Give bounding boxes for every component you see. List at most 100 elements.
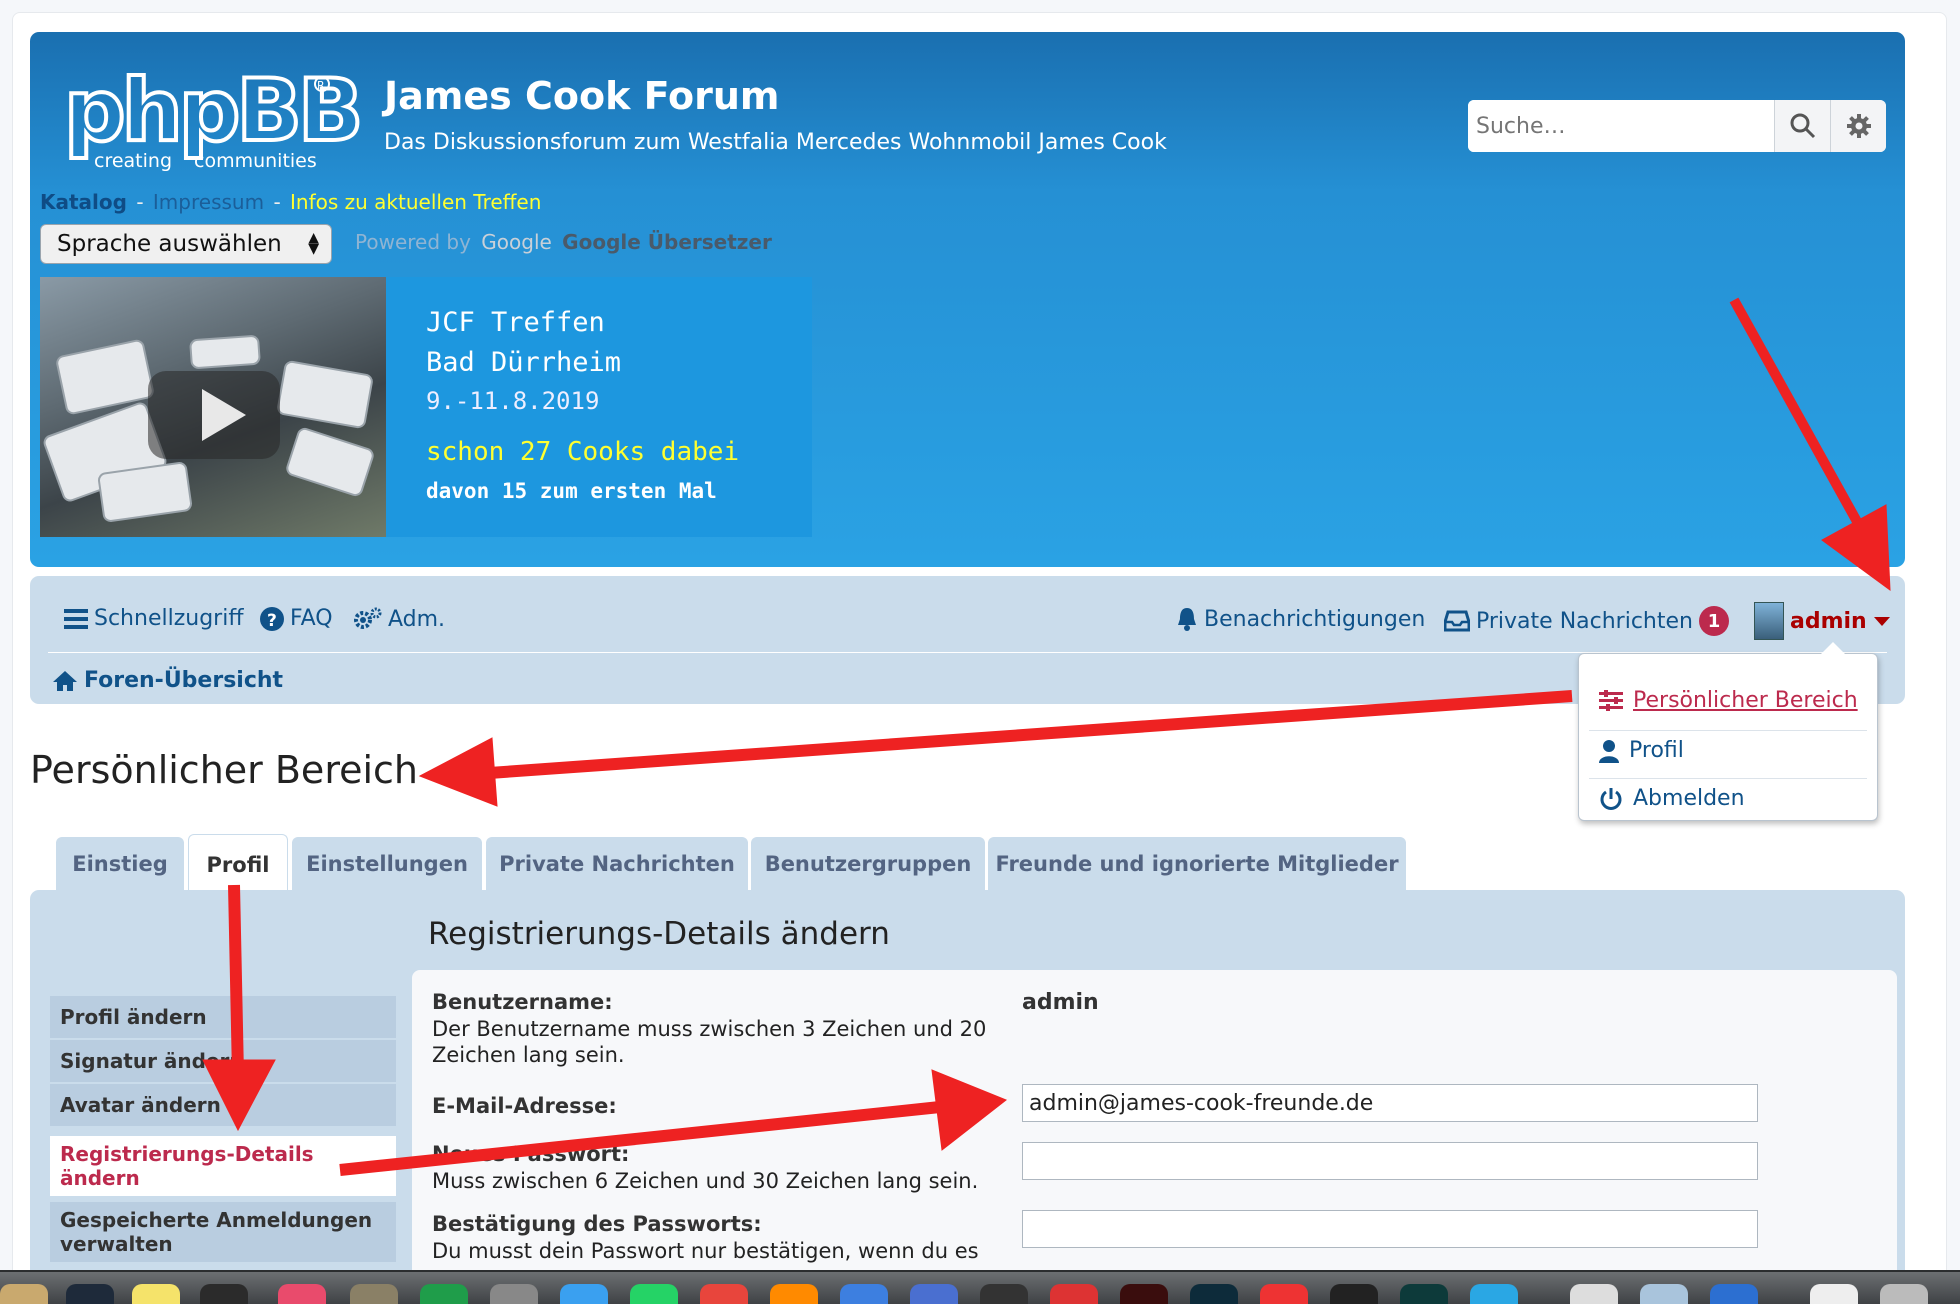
- meeting-banner[interactable]: JCF Treffen Bad Dürrheim 9.-11.8.2019 sc…: [40, 277, 812, 537]
- menu-divider: [1589, 778, 1867, 779]
- sidebar-item-registrierung[interactable]: Registrierungs-Details ändern: [50, 1136, 396, 1196]
- username-field-label: Benutzername:: [432, 990, 613, 1014]
- quick-links-menu[interactable]: Schnellzugriff: [64, 606, 243, 631]
- confirm-password-field[interactable]: [1022, 1210, 1758, 1248]
- dock-app-icon[interactable]: [278, 1284, 326, 1304]
- svg-text:creating: creating: [94, 150, 172, 172]
- dock-app-icon[interactable]: [490, 1284, 538, 1304]
- banner-line-5: davon 15 zum ersten Mal: [426, 479, 717, 503]
- question-circle-icon: ?: [260, 606, 284, 631]
- banner-line-1: JCF Treffen: [426, 307, 605, 338]
- advanced-search-button[interactable]: [1830, 100, 1886, 152]
- acp-label: Adm.: [388, 606, 446, 632]
- site-header: phpBB R creating communities James Cook …: [30, 32, 1905, 567]
- google-logo: Google: [481, 230, 552, 254]
- dock-app-icon[interactable]: [1470, 1284, 1518, 1304]
- dock-app-icon[interactable]: [1640, 1284, 1688, 1304]
- dock-app-icon[interactable]: [560, 1284, 608, 1304]
- menu-item-ucp[interactable]: Persönlicher Bereich: [1599, 688, 1858, 713]
- dock-app-icon[interactable]: [350, 1284, 398, 1304]
- faq-label: FAQ: [290, 606, 333, 631]
- sidebar-item-anmeldungen[interactable]: Gespeicherte Anmeldungen verwalten: [50, 1202, 396, 1262]
- notifications-label: Benachrichtigungen: [1204, 606, 1426, 632]
- dock-app-icon[interactable]: [0, 1284, 48, 1304]
- impressum-link[interactable]: Impressum: [153, 190, 264, 214]
- quick-links-label: Schnellzugriff: [94, 606, 244, 631]
- play-icon[interactable]: [202, 389, 246, 441]
- dock-app-icon[interactable]: [1810, 1284, 1858, 1304]
- dock-app-icon[interactable]: [1330, 1284, 1378, 1304]
- sidebar-item-avatar[interactable]: Avatar ändern: [50, 1084, 396, 1126]
- email-field[interactable]: [1022, 1084, 1758, 1122]
- dock-app-icon[interactable]: [910, 1284, 958, 1304]
- dock-app-icon[interactable]: [1880, 1284, 1928, 1304]
- sliders-icon: [1599, 689, 1623, 711]
- private-messages-label: Private Nachrichten: [1476, 608, 1693, 634]
- registration-form: Benutzername: Der Benutzername muss zwis…: [412, 970, 1897, 1304]
- powered-by-text: Powered by: [355, 230, 471, 254]
- dock-app-icon[interactable]: [1120, 1284, 1168, 1304]
- search-icon: [1790, 113, 1815, 139]
- breadcrumb-index: Foren-Übersicht: [84, 668, 284, 693]
- search-box: [1468, 100, 1886, 152]
- dock-app-icon[interactable]: [630, 1284, 678, 1304]
- tab-benutzergruppen[interactable]: Benutzergruppen: [751, 837, 985, 891]
- dock-app-icon[interactable]: [420, 1284, 468, 1304]
- dock-app-icon[interactable]: [1710, 1284, 1758, 1304]
- dock-app-icon[interactable]: [1570, 1284, 1618, 1304]
- video-thumbnail[interactable]: [40, 277, 386, 537]
- google-translate-link[interactable]: Google Übersetzer: [562, 230, 772, 254]
- tab-profil[interactable]: Profil: [188, 834, 288, 894]
- caret-down-icon: [1873, 617, 1890, 626]
- language-select[interactable]: Sprache auswählen ▲ ▼: [40, 224, 332, 264]
- select-arrows-icon: ▲ ▼: [308, 230, 319, 257]
- home-icon: [53, 670, 77, 691]
- search-button[interactable]: [1774, 100, 1830, 152]
- menu-divider: [1589, 730, 1867, 731]
- faq-link[interactable]: ? FAQ: [260, 606, 333, 631]
- search-input[interactable]: [1468, 100, 1774, 152]
- private-messages-link[interactable]: Private Nachrichten 1: [1444, 606, 1729, 636]
- menu-item-label: Abmelden: [1633, 786, 1745, 811]
- macos-dock: [0, 1270, 1960, 1304]
- menu-item-label: Persönlicher Bereich: [1633, 688, 1858, 713]
- dock-app-icon[interactable]: [1050, 1284, 1098, 1304]
- new-password-field[interactable]: [1022, 1142, 1758, 1180]
- dock-app-icon[interactable]: [700, 1284, 748, 1304]
- breadcrumb[interactable]: Foren-Übersicht: [52, 668, 283, 693]
- confirm-password-label: Bestätigung des Passworts:: [432, 1212, 762, 1236]
- svg-text:?: ?: [267, 611, 277, 631]
- acp-link[interactable]: Adm.: [352, 606, 445, 632]
- dock-app-icon[interactable]: [1400, 1284, 1448, 1304]
- phpbb-logo[interactable]: phpBB R creating communities: [62, 59, 365, 172]
- banner-line-3: 9.-11.8.2019: [426, 387, 600, 415]
- page-title: Persönlicher Bereich: [30, 748, 419, 792]
- powered-by-google: Powered by Google Google Übersetzer: [355, 230, 772, 254]
- dock-app-icon[interactable]: [840, 1284, 888, 1304]
- dock-app-icon[interactable]: [1190, 1284, 1238, 1304]
- bell-icon: [1178, 608, 1196, 631]
- sidebar-item-signatur[interactable]: Signatur ändern: [50, 1040, 396, 1082]
- banner-line-2: Bad Dürrheim: [426, 347, 622, 378]
- link-separator: -: [273, 190, 281, 214]
- tab-einstellungen[interactable]: Einstellungen: [292, 837, 482, 891]
- user-menu-toggle[interactable]: admin: [1754, 602, 1891, 640]
- katalog-link[interactable]: Katalog: [40, 190, 127, 214]
- header-links: Katalog - Impressum - Infos zu aktuellen…: [40, 190, 541, 214]
- tab-einstieg[interactable]: Einstieg: [56, 837, 184, 891]
- tab-freunde[interactable]: Freunde und ignorierte Mitglieder: [988, 837, 1406, 891]
- menu-item-logout[interactable]: Abmelden: [1599, 786, 1745, 811]
- dock-app-icon[interactable]: [66, 1284, 114, 1304]
- site-title[interactable]: James Cook Forum: [384, 74, 780, 118]
- notifications-link[interactable]: Benachrichtigungen: [1176, 606, 1425, 632]
- menu-item-profile[interactable]: Profil: [1599, 738, 1684, 763]
- meeting-info-link[interactable]: Infos zu aktuellen Treffen: [290, 190, 541, 214]
- dock-app-icon[interactable]: [200, 1284, 248, 1304]
- avatar: [1754, 602, 1784, 640]
- sidebar-item-profil-aendern[interactable]: Profil ändern: [50, 996, 396, 1038]
- dock-app-icon[interactable]: [980, 1284, 1028, 1304]
- dock-app-icon[interactable]: [132, 1284, 180, 1304]
- dock-app-icon[interactable]: [770, 1284, 818, 1304]
- dock-app-icon[interactable]: [1260, 1284, 1308, 1304]
- tab-private-nachrichten[interactable]: Private Nachrichten: [486, 837, 748, 891]
